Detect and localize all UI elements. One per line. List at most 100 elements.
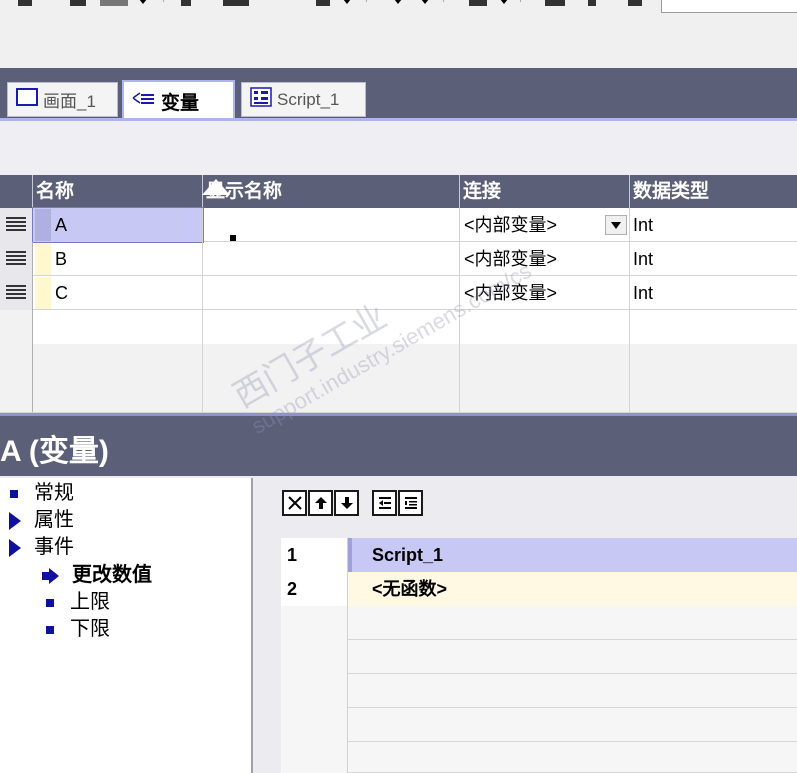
tree-item-upper-limit[interactable]: 上限	[46, 589, 110, 616]
function-row-empty[interactable]	[281, 674, 797, 708]
arrow-bullet-icon	[42, 567, 60, 584]
panel-splitter[interactable]	[0, 413, 797, 426]
row-selector[interactable]	[0, 310, 33, 344]
toolbar-icon-2[interactable]	[70, 0, 86, 6]
toolbar-input[interactable]	[661, 0, 797, 13]
name-cell[interactable]	[33, 344, 203, 378]
function-row-empty[interactable]	[281, 708, 797, 742]
datatype-cell[interactable]: Int	[630, 242, 797, 276]
chevron-down-icon[interactable]	[500, 0, 508, 4]
row-selector[interactable]	[0, 242, 33, 276]
toolbar-icon-10[interactable]	[628, 0, 642, 6]
display-name-cell[interactable]	[203, 276, 460, 310]
tree-item-value-change[interactable]: 更改数值	[42, 562, 152, 589]
function-row-empty[interactable]	[281, 606, 797, 640]
connection-cell[interactable]: <内部变量>	[460, 276, 630, 310]
table-row-empty[interactable]	[0, 310, 797, 344]
row-selector[interactable]	[0, 378, 33, 412]
connection-cell[interactable]	[460, 344, 630, 378]
tree-item-lower-limit[interactable]: 下限	[46, 616, 110, 643]
column-header-display-name[interactable]: 显示名称	[203, 175, 460, 208]
cell-text: <内部变量>	[464, 215, 558, 235]
datatype-cell[interactable]	[630, 378, 797, 412]
event-function-list: 1 Script_1 2 <无函数>	[255, 478, 797, 773]
toolbar-icon-9[interactable]	[588, 0, 596, 6]
outdent-icon	[378, 497, 391, 509]
tree-item-general[interactable]: 常规	[10, 480, 74, 507]
datatype-cell[interactable]	[630, 310, 797, 344]
function-row[interactable]: 2 <无函数>	[281, 572, 797, 606]
table-row[interactable]: B <内部变量> Int	[0, 242, 797, 276]
row-marker	[35, 209, 51, 241]
table-row[interactable]: A <内部变量> Int	[0, 207, 797, 243]
chevron-down-icon[interactable]	[394, 0, 402, 4]
function-name[interactable]: Script_1	[348, 538, 797, 572]
function-row-number: 1	[281, 538, 348, 572]
name-cell[interactable]	[33, 378, 203, 412]
column-header-connection[interactable]: 连接	[460, 175, 630, 208]
toolbar-icon-8[interactable]	[545, 0, 565, 6]
outdent-button[interactable]	[372, 490, 397, 516]
tree-item-events[interactable]: 事件	[9, 534, 74, 561]
chevron-down-icon[interactable]	[421, 0, 429, 4]
connection-cell[interactable]: <内部变量>	[460, 208, 630, 242]
row-selector[interactable]	[0, 344, 33, 378]
display-name-cell[interactable]	[203, 208, 460, 242]
chevron-down-icon[interactable]	[343, 0, 351, 4]
dropdown-button[interactable]	[605, 215, 627, 235]
inspector-title: A (变量)	[0, 426, 797, 476]
display-name-cell[interactable]	[203, 378, 460, 412]
connection-cell[interactable]	[460, 310, 630, 344]
indent-button[interactable]	[398, 490, 423, 516]
connection-cell[interactable]	[460, 378, 630, 412]
name-cell[interactable]: B	[33, 242, 203, 276]
toolbar-icon-7[interactable]	[469, 0, 487, 6]
name-cell[interactable]: C	[33, 276, 203, 310]
datatype-cell[interactable]: Int	[630, 276, 797, 310]
editor-tab-bar: 画面_1 变量 Script_1	[0, 68, 797, 120]
connection-cell[interactable]: <内部变量>	[460, 242, 630, 276]
toolbar-icon-3[interactable]	[100, 0, 128, 6]
display-name-cell[interactable]	[203, 242, 460, 276]
display-name-cell[interactable]	[203, 344, 460, 378]
function-row-empty[interactable]	[281, 742, 797, 773]
toolbar-icon-5[interactable]	[223, 0, 249, 6]
column-header-datatype[interactable]: 数据类型	[630, 175, 797, 208]
row-selector[interactable]	[0, 276, 33, 310]
triangle-expand-icon[interactable]	[9, 538, 21, 557]
name-cell[interactable]: A	[32, 207, 236, 243]
function-name[interactable]: <无函数>	[348, 572, 797, 606]
toolbar-icon-1[interactable]	[18, 0, 32, 6]
function-row-empty[interactable]	[281, 640, 797, 674]
function-row-number	[281, 640, 348, 674]
toolbar-icon-6[interactable]	[316, 0, 330, 6]
delete-button[interactable]	[282, 490, 307, 516]
tree-item-label: 常规	[34, 482, 74, 504]
column-header-name[interactable]: 名称	[33, 175, 230, 208]
move-up-button[interactable]	[308, 490, 333, 516]
tab-screen-1[interactable]: 画面_1	[7, 82, 118, 117]
table-row[interactable]: C <内部变量> Int	[0, 276, 797, 310]
datatype-cell[interactable]	[630, 344, 797, 378]
toolbar-icon-4[interactable]	[181, 0, 191, 6]
function-row[interactable]: 1 Script_1	[281, 538, 797, 572]
move-down-button[interactable]	[334, 490, 359, 516]
datatype-cell[interactable]: Int	[630, 208, 797, 242]
tab-label: 变量	[161, 92, 200, 114]
cell-text: C	[55, 283, 68, 303]
triangle-expand-icon[interactable]	[9, 511, 21, 530]
chevron-down-icon[interactable]	[139, 0, 147, 4]
display-name-cell[interactable]	[203, 310, 460, 344]
name-cell[interactable]	[33, 310, 203, 344]
row-selector[interactable]	[0, 208, 33, 242]
arrow-down-icon	[340, 497, 353, 509]
table-row-empty[interactable]	[0, 378, 797, 413]
tab-tags[interactable]: 变量	[122, 80, 235, 120]
tab-script-1[interactable]: Script_1	[241, 82, 366, 117]
function-row-number	[281, 742, 348, 773]
row-header-corner	[0, 175, 33, 208]
editor-toolbar-band	[0, 121, 797, 175]
table-row-empty[interactable]	[0, 344, 797, 378]
cell-text: B	[55, 249, 68, 269]
tree-item-properties[interactable]: 属性	[9, 507, 74, 534]
